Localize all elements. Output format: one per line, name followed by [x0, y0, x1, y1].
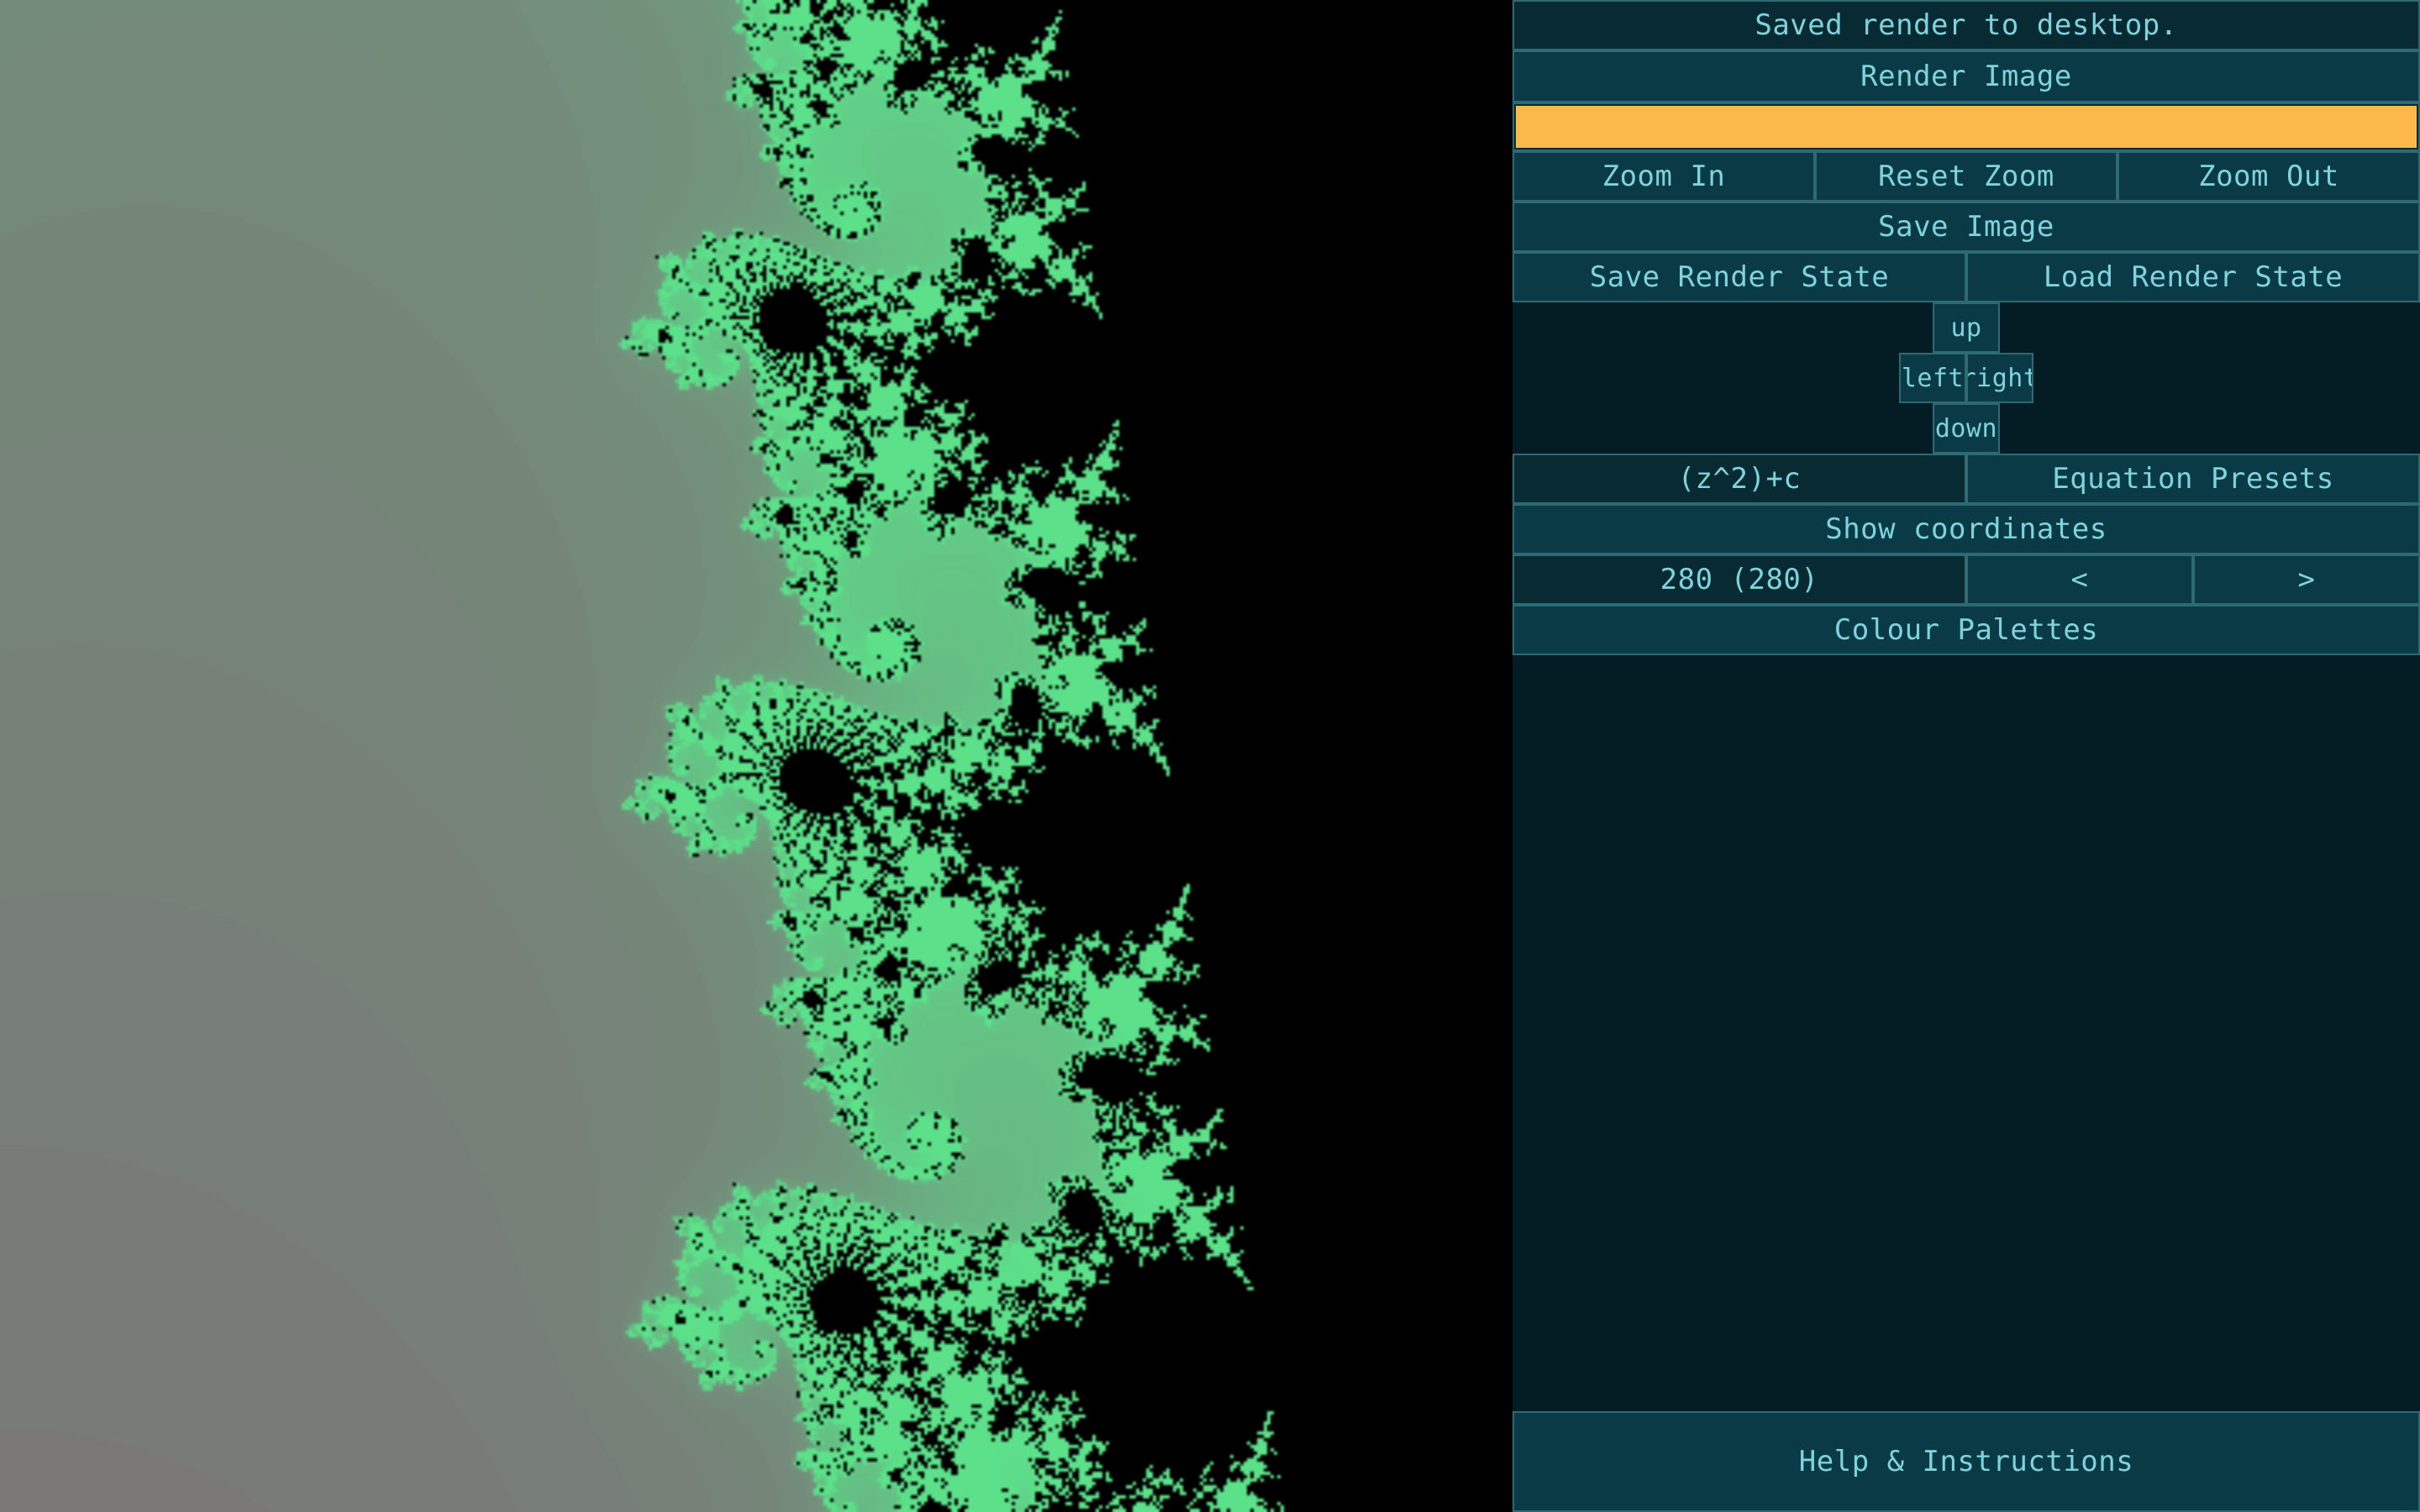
mandelbrot-render[interactable] — [0, 0, 1512, 1512]
colour-palettes-button[interactable]: Colour Palettes — [1512, 605, 2420, 655]
save-render-state-button[interactable]: Save Render State — [1512, 252, 1966, 302]
zoom-out-button[interactable]: Zoom Out — [2118, 151, 2420, 202]
zoom-in-button[interactable]: Zoom In — [1512, 151, 1815, 202]
pan-down-button[interactable]: down — [1933, 403, 2000, 454]
iterations-increase-button[interactable]: > — [2193, 554, 2420, 605]
help-instructions-button[interactable]: Help & Instructions — [1512, 1411, 2420, 1512]
render-image-button[interactable]: Render Image — [1512, 50, 2420, 102]
pan-left-button[interactable]: left — [1899, 353, 1966, 403]
equation-presets-button[interactable]: Equation Presets — [1966, 454, 2420, 504]
iterations-decrease-button[interactable]: < — [1966, 554, 2193, 605]
equation-field[interactable]: (z^2)+c — [1512, 454, 1966, 504]
save-image-button[interactable]: Save Image — [1512, 202, 2420, 252]
reset-zoom-button[interactable]: Reset Zoom — [1815, 151, 2118, 202]
iterations-value: 280 (280) — [1512, 554, 1966, 605]
fractal-viewport[interactable] — [0, 0, 1512, 1512]
render-progress-fill — [1516, 106, 2417, 148]
app-window: Saved render to desktop. Render Image Zo… — [0, 0, 2420, 1512]
pan-up-button[interactable]: up — [1933, 302, 2000, 353]
pan-right-button[interactable]: right — [1966, 353, 2033, 403]
show-coordinates-button[interactable]: Show coordinates — [1512, 504, 2420, 554]
control-panel: Saved render to desktop. Render Image Zo… — [1512, 0, 2420, 1512]
status-message: Saved render to desktop. — [1512, 0, 2420, 50]
render-progress-bar — [1512, 102, 2420, 151]
load-render-state-button[interactable]: Load Render State — [1966, 252, 2420, 302]
